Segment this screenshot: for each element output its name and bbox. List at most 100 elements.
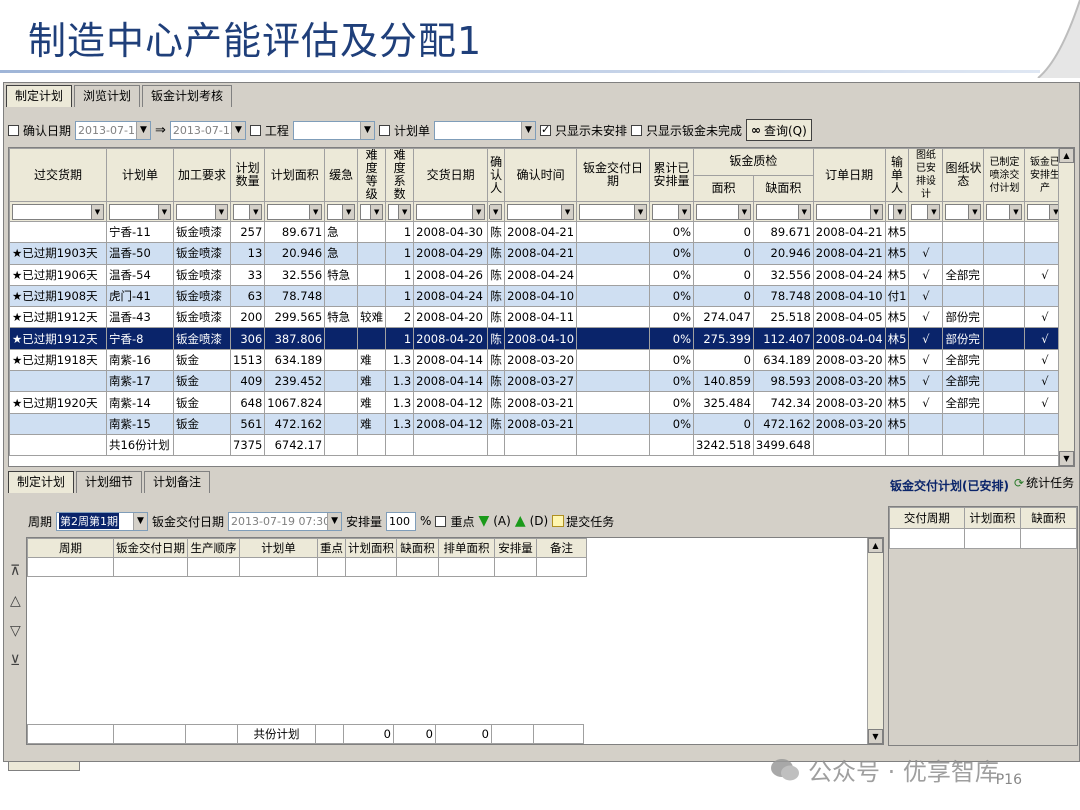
col-header[interactable]: 缺面积	[1019, 507, 1078, 529]
column-filter-dropdown[interactable]	[579, 203, 648, 220]
col-header[interactable]: 确认时间	[504, 148, 578, 202]
project-select[interactable]: ▼	[292, 120, 375, 140]
tab-browse-plan[interactable]: 浏览计划	[74, 85, 141, 107]
col-header[interactable]: 计划数量	[229, 148, 266, 202]
confirm-date-checkbox[interactable]	[8, 124, 19, 136]
col-header[interactable]: 累计已安排量	[649, 148, 695, 202]
col-header[interactable]: 重点	[317, 538, 346, 558]
col-header[interactable]: 缓急	[324, 148, 359, 202]
period-select[interactable]: 第2周第1期 ▼	[56, 511, 149, 531]
column-filter-dropdown[interactable]	[327, 203, 356, 220]
date-from-picker[interactable]: 2013-07-15 ▼	[75, 120, 152, 140]
delivery-empty-row[interactable]	[889, 528, 1078, 549]
quantity-input[interactable]: 100	[386, 511, 417, 531]
move-bottom-icon[interactable]: ⊻	[10, 653, 21, 669]
col-header[interactable]: 难度等级	[357, 148, 387, 202]
column-filter-dropdown[interactable]	[887, 203, 907, 220]
table-row[interactable]: ★已过期1908天 虎门-41 钣金喷漆 63 78.748 1 2008-04-24 陈 20…	[9, 284, 1066, 308]
scroll-up-icon[interactable]: ▲	[1059, 148, 1074, 163]
column-filter-dropdown[interactable]	[176, 203, 228, 220]
status-tab[interactable]	[8, 761, 80, 771]
only-unscheduled-checkbox[interactable]	[539, 123, 551, 136]
column-filter-dropdown[interactable]	[911, 203, 941, 220]
column-filter-dropdown[interactable]	[652, 203, 692, 220]
project-checkbox[interactable]	[249, 124, 261, 136]
column-filter-dropdown[interactable]	[507, 203, 575, 220]
table-row[interactable]: ★已过期1912天 宁香-8 钣金喷漆 306 387.806 1 2008-04-20 陈 2…	[9, 327, 1066, 350]
query-button[interactable]: ∞ 查询(Q)	[745, 119, 812, 141]
col-header[interactable]: 生产顺序	[187, 538, 240, 558]
column-filter-dropdown[interactable]	[815, 203, 883, 220]
column-filter-dropdown[interactable]	[986, 203, 1023, 220]
tab-plan-review[interactable]: 钣金计划考核	[142, 85, 233, 107]
submit-task-button[interactable]: 提交任务	[552, 513, 614, 530]
column-filter-dropdown[interactable]	[267, 203, 323, 220]
col-header[interactable]: 钣金交付日期	[576, 148, 651, 202]
col-header[interactable]: 交付周期	[889, 507, 965, 529]
plan-no-checkbox[interactable]	[378, 124, 390, 136]
table-row[interactable]: ★已过期1918天 南紫-16 钣金 1513 634.189 难 1.3 2008-04-1…	[9, 348, 1066, 372]
schedule-grid-scrollbar[interactable]: ▲ ▼	[867, 538, 883, 744]
col-header[interactable]: 图纸状态	[942, 148, 985, 202]
tab-plan-notes[interactable]: 计划备注	[144, 471, 211, 493]
col-header[interactable]: 计划单	[106, 148, 174, 202]
key-checkbox[interactable]	[435, 515, 447, 527]
column-filter-dropdown[interactable]	[233, 203, 263, 220]
col-header[interactable]: 计划面积	[264, 148, 326, 202]
column-filter-dropdown[interactable]	[696, 203, 751, 220]
col-header[interactable]: 计划面积	[963, 507, 1021, 529]
tab-make-plan[interactable]: 制定计划	[6, 85, 73, 107]
move-up-row-icon[interactable]: △	[10, 593, 21, 609]
col-header[interactable]: 确认人	[487, 148, 506, 202]
delivery-date-picker[interactable]: 2013-07-19 07:30 ▼	[228, 511, 343, 531]
stat-task-button[interactable]: ⟳ 统计任务	[1014, 474, 1074, 491]
column-filter-dropdown[interactable]	[416, 203, 486, 220]
schedule-empty-row[interactable]	[27, 557, 587, 577]
table-row[interactable]: 宁香-11 钣金喷漆 257 89.671 急 1 2008-04-30 陈 2008-04-2…	[9, 220, 1066, 244]
col-header[interactable]: 订单日期	[812, 148, 886, 202]
move-top-icon[interactable]: ⊼	[10, 563, 21, 579]
column-filter-dropdown[interactable]	[388, 203, 412, 220]
col-header[interactable]: 计划单	[239, 538, 318, 558]
column-filter-dropdown[interactable]	[360, 203, 384, 220]
col-header[interactable]: 难度系数	[385, 148, 415, 202]
move-down-row-icon[interactable]: ▽	[10, 623, 21, 639]
scroll-down-icon[interactable]: ▼	[1059, 451, 1074, 466]
col-header[interactable]: 周期	[27, 538, 114, 558]
col-header[interactable]: 安排量	[494, 538, 537, 558]
only-unfinished-checkbox[interactable]	[630, 124, 642, 136]
col-header[interactable]: 已制定喷涂交付计划	[983, 148, 1026, 202]
plan-no-select[interactable]: ▼	[433, 120, 536, 140]
col-header[interactable]: 备注	[536, 538, 587, 558]
table-row[interactable]: 南紫-17 钣金 409 239.452 难 1.3 2008-04-14 陈 2008-03-…	[9, 370, 1066, 393]
col-header[interactable]: 图纸已安排设计	[908, 148, 944, 202]
scroll-up-icon[interactable]: ▲	[868, 538, 883, 553]
column-filter-dropdown[interactable]	[755, 203, 811, 220]
table-row[interactable]: 南紫-15 钣金 561 472.162 难 1.3 2008-04-12 陈 2008-03-…	[9, 412, 1066, 435]
date-to-picker[interactable]: 2013-07-15 ▼	[169, 120, 246, 140]
column-filter-dropdown[interactable]	[109, 203, 171, 220]
col-header[interactable]: 钣金交付日期	[113, 538, 188, 558]
tab-plan-detail[interactable]: 计划细节	[76, 471, 143, 493]
col-header[interactable]: 过交货期	[9, 148, 107, 202]
col-header[interactable]: 缺面积	[752, 174, 814, 202]
col-header[interactable]: 加工要求	[173, 148, 231, 202]
move-up-label[interactable]: (D)	[530, 514, 549, 528]
table-row[interactable]: ★已过期1906天 温香-54 钣金喷漆 33 32.556 特急 1 2008-04-26 陈…	[9, 263, 1066, 286]
table-row[interactable]: ★已过期1903天 温香-50 钣金喷漆 13 20.946 急 1 2008-04-29 陈 2…	[9, 242, 1066, 265]
plan-grid-scrollbar[interactable]: ▲ ▼	[1058, 148, 1074, 466]
tab-detail-make-plan[interactable]: 制定计划	[8, 471, 75, 493]
table-row[interactable]: ★已过期1912天 温香-43 钣金喷漆 200 299.565 特急 较难 2 2008-04…	[9, 306, 1066, 329]
col-header[interactable]: 面积	[693, 174, 754, 202]
move-up-icon[interactable]: ▲	[515, 513, 526, 529]
move-down-icon[interactable]: ▼	[478, 513, 489, 529]
col-header[interactable]: 计划面积	[345, 538, 397, 558]
table-row[interactable]: ★已过期1920天 南紫-14 钣金 648 1067.824 难 1.3 2008-04-1…	[9, 391, 1066, 414]
move-down-label[interactable]: (A)	[493, 514, 511, 528]
col-header[interactable]: 交货日期	[413, 148, 489, 202]
col-header[interactable]: 输单人	[884, 148, 910, 202]
col-header[interactable]: 缺面积	[396, 538, 439, 558]
column-filter-dropdown[interactable]	[489, 203, 503, 220]
column-filter-dropdown[interactable]	[12, 203, 104, 220]
scroll-down-icon[interactable]: ▼	[868, 729, 883, 744]
